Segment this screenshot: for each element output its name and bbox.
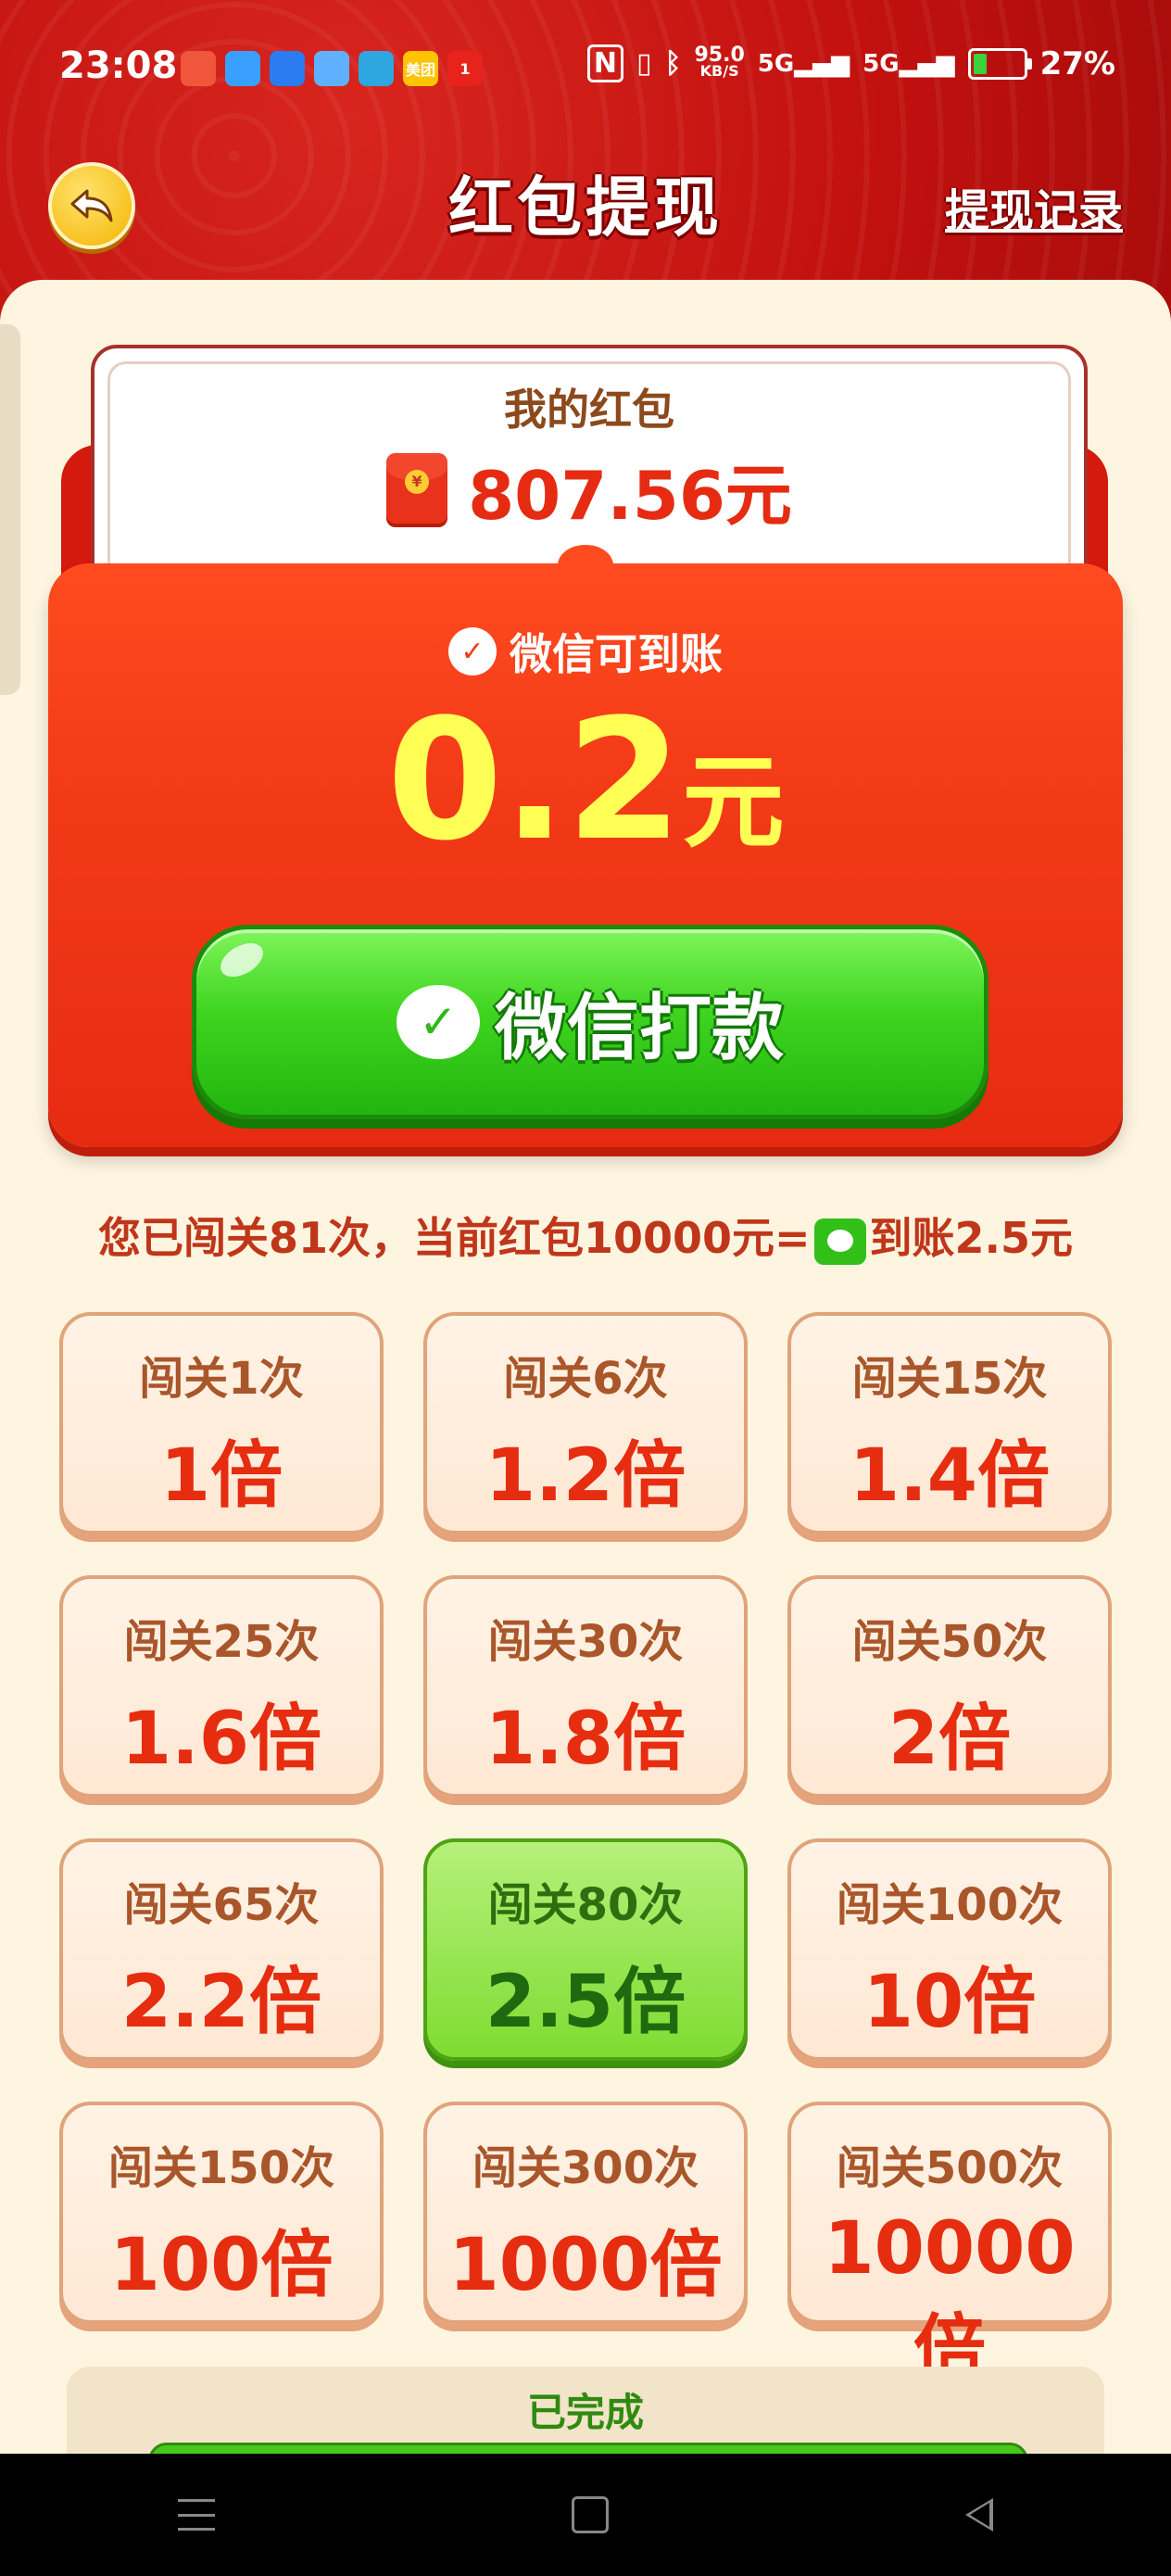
tier-multiplier: 1000倍 — [448, 2224, 723, 2307]
telegram-icon — [359, 51, 394, 86]
wechat-icon: ✓ — [396, 985, 480, 1059]
tier-card[interactable]: 闯关100次 10倍 — [787, 1838, 1112, 2061]
net-rate-unit: KB/S — [699, 62, 739, 80]
signal-5g-icon-1: 5G▂▄▆ — [757, 49, 850, 78]
tier-card[interactable]: 闯关50次 2倍 — [787, 1575, 1112, 1798]
tier-card[interactable]: 闯关150次 100倍 — [59, 2102, 384, 2324]
progress-info-text: 您已闯关81次，当前红包10000元= 到账2.5元 — [0, 1205, 1171, 1266]
withdraw-envelope: ✓ 微信可到账 0.2元 ✓ 微信打款 — [48, 563, 1123, 1147]
tier-multiplier: 100倍 — [109, 2224, 334, 2307]
tier-level: 闯关300次 — [472, 2142, 699, 2194]
tier-card[interactable]: 闯关1次 1倍 — [59, 1312, 384, 1534]
tier-level: 闯关500次 — [836, 2142, 1064, 2194]
tier-multiplier: 10倍 — [863, 1961, 1037, 2044]
status-bar: 23:08 美团 1 N ▯ ᛒ 95.0 KB/S 5G▂▄▆ 5G▂▄▆ 27… — [0, 0, 1171, 139]
tier-multiplier: 1.6倍 — [120, 1698, 322, 1781]
tier-level: 闯关30次 — [487, 1616, 684, 1668]
system-nav-bar — [0, 2454, 1171, 2576]
back-nav-icon[interactable] — [964, 2498, 993, 2532]
my-redpacket-amount: 807.56元 — [468, 457, 792, 535]
wechat-pay-label: 微信打款 — [494, 987, 784, 1070]
tier-card[interactable]: 闯关25次 1.6倍 — [59, 1575, 384, 1798]
tier-level: 闯关25次 — [123, 1616, 320, 1668]
tier-level: 闯关15次 — [851, 1353, 1048, 1405]
tier-multiplier: 2.5倍 — [485, 1961, 686, 2044]
tier-card[interactable]: 闯关65次 2.2倍 — [59, 1838, 384, 2061]
tier-level: 闯关65次 — [123, 1879, 320, 1931]
status-time: 23:08 — [59, 44, 178, 87]
withdraw-amount-value: 0.2 — [386, 684, 683, 878]
tier-card[interactable]: 闯关30次 1.8倍 — [423, 1575, 748, 1798]
app-icon-4 — [314, 51, 349, 86]
app-icon-1 — [181, 51, 216, 86]
net-rate: 95.0 KB/S — [694, 45, 744, 80]
signal-5g-icon-2: 5G▂▄▆ — [863, 49, 955, 78]
bluetooth-icon: ᛒ — [664, 47, 682, 80]
tier-grid: 闯关1次 1倍 闯关6次 1.2倍 闯关15次 1.4倍闯关25次 1.6倍 闯关30次 1.8… — [59, 1312, 1112, 2391]
tier-multiplier: 1.4倍 — [849, 1434, 1051, 1518]
completion-label: 已完成 — [526, 2390, 644, 2435]
withdraw-amount-unit: 元 — [682, 743, 785, 862]
info-prefix: 您已闯关81次，当前红包10000元= — [97, 1213, 811, 1263]
battery-icon — [967, 47, 1032, 80]
tier-card[interactable]: 闯关15次 1.4倍 — [787, 1312, 1112, 1534]
tier-multiplier: 1.2倍 — [485, 1434, 686, 1518]
withdraw-record-link[interactable]: 提现记录 — [945, 174, 1123, 239]
tier-multiplier: 2.2倍 — [120, 1961, 322, 2044]
wechat-icon: ✓ — [448, 627, 497, 676]
menu-icon[interactable] — [178, 2499, 216, 2531]
app-icon-2 — [225, 51, 260, 86]
wechat-pay-button[interactable]: ✓ 微信打款 — [192, 925, 988, 1119]
side-drawer-handle[interactable] — [0, 324, 20, 695]
app-icon-3 — [270, 51, 305, 86]
wechat-receivable-label: 微信可到账 — [510, 629, 723, 679]
tier-multiplier: 2倍 — [888, 1698, 1012, 1781]
battery-percent: 27% — [1039, 44, 1115, 82]
tier-card[interactable]: 闯关300次 1000倍 — [423, 2102, 748, 2324]
app-icon-7: 1 — [447, 51, 483, 86]
tier-level: 闯关50次 — [851, 1616, 1048, 1668]
info-suffix: 到账2.5元 — [869, 1213, 1074, 1263]
status-right-icons: N ▯ ᛒ 95.0 KB/S 5G▂▄▆ 5G▂▄▆ 27% — [586, 44, 1115, 82]
wechat-mini-icon — [813, 1218, 866, 1265]
tier-level: 闯关1次 — [139, 1353, 304, 1405]
tier-card[interactable]: 闯关500次 10000倍 — [787, 2102, 1112, 2391]
home-icon[interactable] — [571, 2496, 609, 2533]
my-redpacket-title: 我的红包 — [504, 385, 674, 435]
tier-card[interactable]: 闯关6次 1.2倍 — [423, 1312, 748, 1534]
meituan-icon: 美团 — [403, 51, 438, 86]
notification-icons: 美团 1 — [181, 51, 483, 86]
vibrate-icon: ▯ — [636, 47, 652, 80]
tier-multiplier: 1.8倍 — [485, 1698, 686, 1781]
tier-level: 闯关80次 — [487, 1879, 684, 1931]
nfc-icon: N — [586, 44, 623, 82]
tier-level: 闯关100次 — [836, 1879, 1064, 1931]
withdraw-amount: 0.2元 — [48, 684, 1123, 878]
tier-card[interactable]: 闯关80次 2.5倍 — [423, 1838, 748, 2061]
redpacket-icon: ¥ — [386, 452, 448, 527]
tier-level: 闯关150次 — [107, 2142, 335, 2194]
tier-multiplier: 1倍 — [159, 1434, 283, 1518]
tier-level: 闯关6次 — [503, 1353, 668, 1405]
